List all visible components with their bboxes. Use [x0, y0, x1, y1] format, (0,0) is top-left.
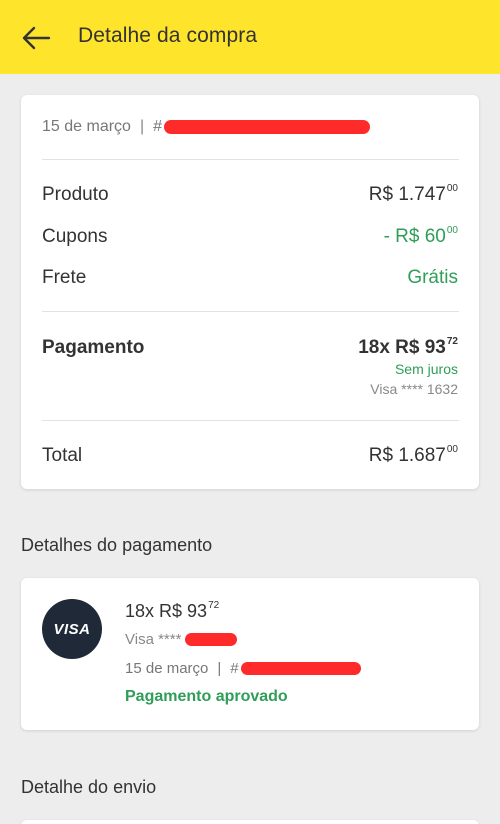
interest-free-label: Sem juros: [394, 361, 458, 377]
frete-label: Frete: [42, 267, 87, 288]
payment-status: Pagamento aprovado: [125, 688, 288, 705]
payment-amount: 18x R$ 9372: [125, 600, 220, 621]
payment-date-line: 15 de março | #: [125, 660, 361, 677]
redacted-order-number: [240, 662, 361, 675]
pagamento-label: Pagamento: [42, 337, 145, 358]
divider: [42, 159, 459, 160]
payment-details-card[interactable]: VISA 18x R$ 9372 Visa **** 15 de março |…: [21, 578, 479, 730]
app-bar: Detalhe da compra: [0, 0, 500, 74]
total-label: Total: [42, 445, 83, 466]
cupons-label: Cupons: [42, 226, 108, 247]
frete-value: Grátis: [407, 267, 458, 288]
produto-value: R$ 1.74700: [368, 183, 458, 205]
purchase-summary-card: 15 de março | # Produto R$ 1.74700 Cupon…: [21, 95, 479, 489]
shipping-details-title: Detalhe do envio: [21, 777, 157, 797]
payment-card: Visa ****: [125, 631, 238, 648]
divider: [42, 311, 459, 312]
visa-icon: VISA: [42, 599, 102, 659]
cupons-value: - R$ 6000: [383, 225, 458, 247]
divider: [42, 420, 459, 421]
card-info: Visa **** 1632: [370, 381, 458, 397]
redacted-card-digits: [185, 633, 238, 646]
back-button[interactable]: [20, 22, 52, 54]
produto-label: Produto: [42, 184, 109, 205]
order-date-line: 15 de março | #: [42, 118, 370, 136]
separator: |: [139, 118, 145, 135]
shipping-details-card[interactable]: [21, 820, 479, 824]
total-value: R$ 1.68700: [368, 444, 458, 466]
arrow-left-icon: [22, 26, 51, 50]
pagamento-value: 18x R$ 9372: [358, 336, 458, 358]
payment-details-title: Detalhes do pagamento: [21, 535, 213, 555]
redacted-order-number: [164, 120, 370, 134]
order-date: 15 de março: [42, 118, 131, 135]
order-hash: #: [153, 118, 162, 135]
page-title: Detalhe da compra: [78, 24, 258, 47]
